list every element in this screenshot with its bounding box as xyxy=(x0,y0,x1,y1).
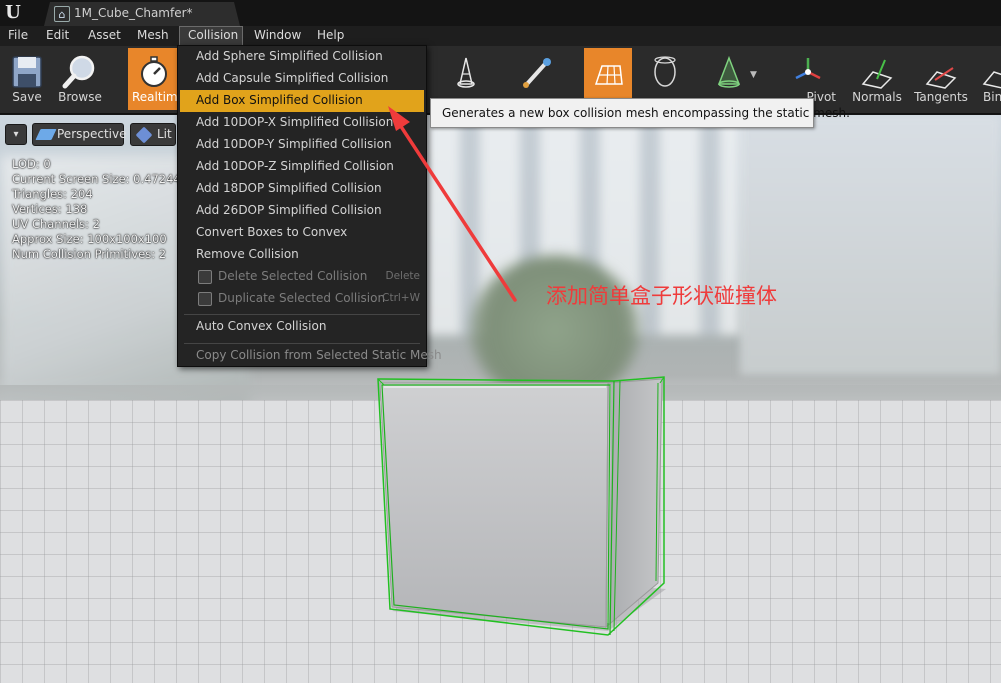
collision-icon xyxy=(717,55,741,88)
stat-collision-primitives: Num Collision Primitives: 2 xyxy=(12,247,167,261)
pivot-icon xyxy=(795,58,821,80)
perspective-icon xyxy=(35,129,57,140)
unreal-logo-icon[interactable]: U xyxy=(0,0,26,24)
lit-mode-icon xyxy=(135,126,153,144)
bounds-icon xyxy=(654,56,676,87)
menu-bar: File Edit Asset Mesh Collision Window He… xyxy=(0,26,1001,46)
menu-add-capsule-collision[interactable]: Add Capsule Simplified Collision xyxy=(178,68,426,90)
menu-add-10dop-z-collision[interactable]: Add 10DOP-Z Simplified Collision xyxy=(178,156,426,178)
background-sky xyxy=(740,115,1001,375)
tangents-label: Tangents xyxy=(914,90,968,104)
browse-label: Browse xyxy=(58,90,102,104)
annotation-text: 添加简单盒子形状碰撞体 xyxy=(546,284,777,308)
document-tab-label: 1M_Cube_Chamfer* xyxy=(74,6,193,20)
perspective-button[interactable]: Perspective xyxy=(32,123,127,146)
perspective-label: Perspective xyxy=(57,127,127,141)
normals-icon xyxy=(861,59,893,89)
menu-duplicate-selected-collision: Duplicate Selected Collision Ctrl+W xyxy=(178,288,426,310)
browse-button[interactable]: Browse xyxy=(54,48,106,110)
normals-label: Normals xyxy=(852,90,902,104)
menu-add-10dop-x-collision[interactable]: Add 10DOP-X Simplified Collision xyxy=(178,112,426,134)
collision-dropdown-icon[interactable]: ▼ xyxy=(750,70,757,80)
menu-add-sphere-collision[interactable]: Add Sphere Simplified Collision xyxy=(178,46,426,68)
collision-menu: Add Sphere Simplified Collision Add Caps… xyxy=(177,45,442,367)
stopwatch-icon xyxy=(141,56,167,87)
delete-collision-icon xyxy=(198,270,212,284)
wireframe-icon xyxy=(457,57,475,88)
menu-file[interactable]: File xyxy=(0,26,36,46)
menu-copy-collision-from-selected: Copy Collision from Selected Static Mesh xyxy=(196,348,442,362)
menu-add-18dop-collision[interactable]: Add 18DOP Simplified Collision xyxy=(178,178,426,200)
stat-uv-channels: UV Channels: 2 xyxy=(12,217,100,231)
save-button[interactable]: Save xyxy=(4,48,50,110)
menu-add-26dop-collision[interactable]: Add 26DOP Simplified Collision xyxy=(178,200,426,222)
stat-triangles: Triangles: 204 xyxy=(12,187,93,201)
title-bar: U ⌂ 1M_Cube_Chamfer* × xyxy=(0,0,1001,26)
menu-auto-convex-collision[interactable]: Auto Convex Collision xyxy=(178,316,426,338)
close-tab-icon[interactable]: × xyxy=(262,6,272,20)
save-icon xyxy=(12,56,42,88)
menu-separator xyxy=(184,314,420,315)
menu-mesh[interactable]: Mesh xyxy=(129,26,177,46)
lit-button[interactable]: Lit xyxy=(130,123,176,146)
grid-icon xyxy=(594,65,623,85)
normals-button[interactable]: Normals xyxy=(850,48,904,110)
menu-delete-selected-collision: Delete Selected Collision Delete xyxy=(178,266,426,288)
eyedropper-icon xyxy=(523,58,551,88)
menu-window[interactable]: Window xyxy=(246,26,309,46)
mesh-stats: LOD: 0 Current Screen Size: 0.472443 Tri… xyxy=(12,157,188,262)
delete-shortcut: Delete xyxy=(385,270,421,282)
menu-convert-boxes-to-convex[interactable]: Convert Boxes to Convex xyxy=(178,222,426,244)
viewport-options-button[interactable]: ▾ xyxy=(5,124,27,145)
binormals-button[interactable]: Bin xyxy=(976,48,1001,110)
binormals-icon xyxy=(982,71,1001,89)
document-tab[interactable]: ⌂ 1M_Cube_Chamfer* × xyxy=(44,2,240,26)
stat-lod: LOD: 0 xyxy=(12,157,51,171)
duplicate-selected-label: Duplicate Selected Collision xyxy=(218,291,386,305)
delete-selected-label: Delete Selected Collision xyxy=(218,269,368,283)
tooltip: Generates a new box collision mesh encom… xyxy=(430,98,850,128)
binormals-label: Bin xyxy=(983,90,1001,104)
menu-remove-collision[interactable]: Remove Collision xyxy=(178,244,426,266)
cube-mesh[interactable] xyxy=(370,373,670,653)
menu-asset[interactable]: Asset xyxy=(80,26,129,46)
realtime-button[interactable]: Realtime xyxy=(128,48,185,110)
stat-screen-size: Current Screen Size: 0.472443 xyxy=(12,172,189,186)
menu-add-box-collision[interactable]: Add Box Simplified Collision xyxy=(180,90,424,112)
duplicate-shortcut: Ctrl+W xyxy=(382,292,420,304)
menu-add-10dop-y-collision[interactable]: Add 10DOP-Y Simplified Collision xyxy=(178,134,426,156)
mesh-viewport[interactable]: ▾ Perspective Lit LOD: 0 Current Screen … xyxy=(0,115,1001,683)
tangents-icon xyxy=(925,67,957,89)
stat-approx-size: Approx Size: 100x100x100 xyxy=(12,232,167,246)
stat-vertices: Vertices: 138 xyxy=(12,202,88,216)
menu-collision[interactable]: Collision xyxy=(179,26,243,46)
menu-help[interactable]: Help xyxy=(309,26,352,46)
menu-edit[interactable]: Edit xyxy=(38,26,77,46)
lit-label: Lit xyxy=(157,127,172,141)
realtime-label: Realtime xyxy=(132,90,185,104)
magnifier-icon xyxy=(62,55,95,89)
save-label: Save xyxy=(12,90,42,104)
tangents-button[interactable]: Tangents xyxy=(912,48,970,110)
static-mesh-icon: ⌂ xyxy=(54,6,70,22)
duplicate-collision-icon xyxy=(198,292,212,306)
menu-separator xyxy=(184,343,420,344)
